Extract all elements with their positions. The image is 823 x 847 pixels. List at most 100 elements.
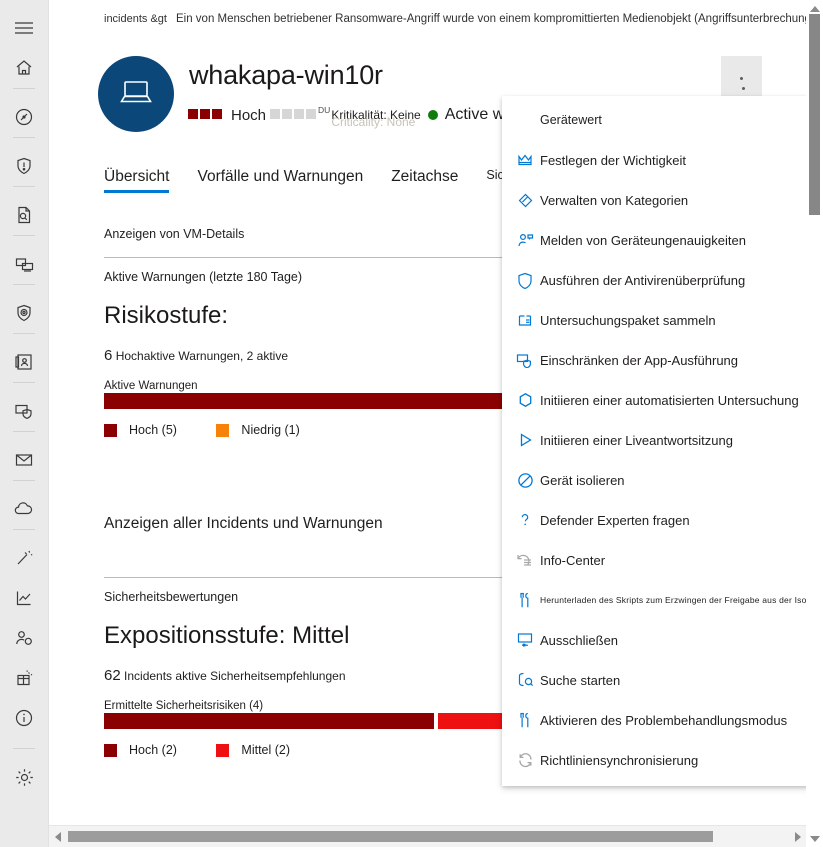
rail-divider (13, 235, 35, 236)
legend-label-high: Hoch (5) (129, 423, 177, 437)
tag-icon (510, 190, 540, 210)
legend-swatch-high (104, 743, 117, 757)
chart-line-icon (14, 588, 34, 608)
criticality-squares (270, 107, 318, 123)
menu-item-label: Richtliniensynchronisierung (540, 752, 699, 768)
risk-subcount-number: 6 (104, 347, 113, 364)
menu-item-policy-sync[interactable]: Richtliniensynchronisierung (502, 740, 813, 780)
risks-bar-seg-high (104, 713, 434, 729)
breadcrumb: incidents &gt Ein von Menschen betriebene… (104, 11, 823, 25)
document-search-icon (14, 205, 34, 225)
menu-item-label: Initiieren einer Liveantwortsitzung (540, 432, 733, 448)
menu-item-initiate-live-response[interactable]: Initiieren einer Liveantwortsitzung (502, 420, 813, 460)
scroll-down-button[interactable] (806, 830, 823, 847)
shield-alert-icon (14, 156, 34, 176)
legend-swatch-high (104, 423, 117, 437)
rail-divider (13, 480, 35, 481)
sidebar-item-trials[interactable] (0, 658, 49, 698)
scroll-right-button[interactable] (789, 826, 806, 847)
sidebar-item-home[interactable] (0, 48, 49, 88)
criticality-sup: DU (318, 105, 331, 115)
risk-subcount-text: Hochaktive Warnungen, 2 aktive (115, 349, 288, 363)
package-icon (510, 310, 540, 330)
menu-item-label: Einschränken der App-Ausführung (540, 352, 739, 368)
legend-label-medium: Mittel (2) (241, 743, 291, 757)
menu-item-label: Gerät isolieren (540, 472, 625, 488)
rail-divider (13, 382, 35, 383)
chevron-up-icon (809, 5, 820, 12)
menu-item-set-criticality[interactable]: Festlegen der Wichtigkeit (502, 140, 813, 180)
person-report-icon (510, 230, 540, 250)
sidebar-item-threat-protection[interactable] (0, 146, 49, 186)
rail-divider (13, 284, 35, 285)
breadcrumb-incidents-link[interactable]: incidents &gt (104, 13, 167, 25)
wand-icon (14, 548, 34, 568)
monitor-exclude-icon (510, 630, 540, 650)
device-shield-icon (14, 401, 35, 421)
tab-incidents-alerts[interactable]: Vorfälle und Warnungen (197, 168, 363, 193)
crown-icon (510, 150, 540, 170)
breadcrumb-incident-title: Ein von Menschen betriebener Ransomware-… (175, 13, 823, 25)
more-actions-button[interactable] (721, 56, 762, 126)
horizontal-scrollbar-thumb[interactable] (68, 831, 713, 842)
sidebar-item-hunting[interactable] (0, 195, 49, 235)
sidebar-item-help[interactable] (0, 698, 49, 738)
menu-item-label: Verwalten von Kategorien (540, 192, 689, 208)
menu-item-label: Festlegen der Wichtigkeit (540, 152, 686, 168)
rail-divider (13, 529, 35, 530)
sidebar-item-settings[interactable] (0, 757, 49, 797)
menu-item-go-hunt[interactable]: Suche starten (502, 660, 813, 700)
legend-item: Niedrig (1) (216, 423, 300, 437)
database-search-icon (510, 670, 540, 690)
sidebar-item-devices[interactable] (0, 244, 49, 284)
menu-item-download-release-script[interactable]: Herunterladen des Skripts zum Erzwingen … (502, 580, 823, 620)
user-gear-icon (14, 628, 34, 648)
sidebar-item-cloud-apps[interactable] (0, 391, 49, 431)
sidebar-item-permissions[interactable] (0, 618, 49, 658)
menu-item-label: Defender Experten fragen (540, 512, 690, 528)
refresh-icon (510, 750, 540, 770)
legend-item: Mittel (2) (216, 743, 290, 757)
avatar (98, 56, 174, 132)
ellipsis-icon (740, 76, 745, 126)
hamburger-menu-button[interactable] (0, 8, 49, 48)
menu-item-device-value[interactable]: Gerätewert (502, 100, 813, 140)
scroll-left-button[interactable] (49, 826, 66, 847)
menu-item-ask-defender-experts[interactable]: Defender Experten fragen (502, 500, 813, 540)
menu-item-troubleshooting-mode[interactable]: Aktivieren des Problembehandlungsmodus (502, 700, 813, 740)
menu-item-manage-tags[interactable]: Verwalten von Kategorien (502, 180, 813, 220)
menu-item-report-inaccuracy[interactable]: Melden von Geräteungenauigkeiten (502, 220, 813, 260)
horizontal-scrollbar[interactable] (49, 825, 806, 847)
tab-overview[interactable]: Übersicht (104, 168, 170, 193)
sidebar-item-cloud[interactable] (0, 489, 49, 529)
sidebar-item-incidents[interactable] (0, 97, 49, 137)
gear-icon (14, 767, 35, 788)
menu-item-label: Suche starten (540, 672, 621, 688)
shield-target-icon (14, 303, 34, 323)
menu-item-run-av-scan[interactable]: Ausführen der Antivirenüberprüfung (502, 260, 813, 300)
device-actions-context-menu: Gerätewert Festlegen der Wichtigkeit Ver… (502, 96, 823, 786)
vertical-scrollbar-thumb[interactable] (809, 14, 820, 215)
menu-item-isolate-device[interactable]: Gerät isolieren (502, 460, 813, 500)
chevron-right-icon (794, 831, 801, 842)
menu-item-initiate-automated-investigation[interactable]: Initiieren einer automatisierten Untersu… (502, 380, 813, 420)
menu-item-label: Info-Center (540, 552, 606, 568)
sidebar-item-email[interactable] (0, 440, 49, 480)
menu-item-action-center[interactable]: Info-Center (502, 540, 813, 580)
exposure-subcount-text: Incidents aktive Sicherheitsempfehlungen (124, 669, 346, 683)
tab-timeline[interactable]: Zeitachse (391, 168, 458, 193)
menu-item-collect-package[interactable]: Untersuchungspaket sammeln (502, 300, 813, 340)
criticality-label: Kritikalität: Keine Criticality: None (331, 108, 421, 129)
menu-item-label: Melden von Geräteungenauigkeiten (540, 232, 746, 248)
sidebar-item-tools[interactable] (0, 538, 49, 578)
app-root: incidents &gt Ein von Menschen betriebene… (0, 0, 823, 847)
sidebar-item-endpoints[interactable] (0, 293, 49, 333)
menu-item-restrict-app-execution[interactable]: Einschränken der App-Ausführung (502, 340, 813, 380)
menu-item-exclude[interactable]: Ausschließen (502, 620, 813, 660)
status-dot-icon (427, 110, 438, 120)
risk-level-label: Hoch (231, 106, 267, 124)
rail-divider (13, 748, 35, 749)
sidebar-item-identities[interactable] (0, 342, 49, 382)
vertical-scrollbar[interactable] (806, 0, 823, 847)
sidebar-item-reports[interactable] (0, 578, 49, 618)
